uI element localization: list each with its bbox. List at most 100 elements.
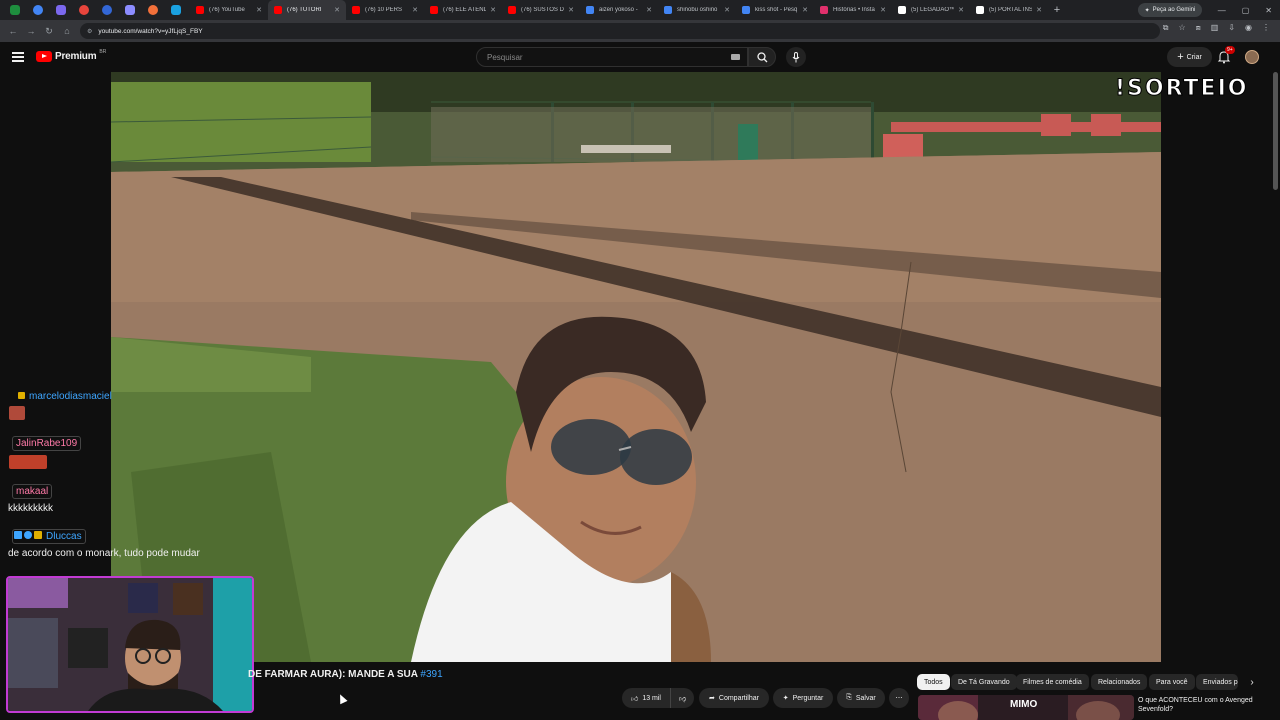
tab-favicon-icon xyxy=(742,6,750,14)
browser-tab[interactable]: (5) PORTAL INS ✕ xyxy=(970,0,1048,20)
close-tab-icon[interactable]: ✕ xyxy=(568,6,574,14)
browser-menu-icon[interactable]: ⋮ xyxy=(1262,23,1270,33)
video-hashtag[interactable]: #391 xyxy=(420,669,442,680)
tab-title: (76) 10 PERS xyxy=(365,7,403,13)
browser-tab[interactable]: (76) YouTube ✕ xyxy=(190,0,268,20)
emote-icon xyxy=(9,406,25,420)
chevron-right-icon[interactable]: › xyxy=(1244,674,1260,690)
more-actions-button[interactable]: ⋯ xyxy=(889,688,909,708)
close-tab-icon[interactable]: ✕ xyxy=(724,6,730,14)
close-tab-icon[interactable]: ✕ xyxy=(646,6,652,14)
chip-uploaded[interactable]: Enviados p xyxy=(1196,674,1238,690)
related-video-thumbnail[interactable]: MIMO xyxy=(918,695,1134,720)
forward-icon[interactable]: → xyxy=(22,26,40,36)
close-tab-icon[interactable]: ✕ xyxy=(802,6,808,14)
pinned-tab[interactable] xyxy=(76,2,92,18)
chip-all[interactable]: Todos xyxy=(917,674,950,690)
close-tab-icon[interactable]: ✕ xyxy=(958,6,964,14)
gemini-label: Peça ao Gemini xyxy=(1152,7,1196,13)
close-window-icon[interactable]: ✕ xyxy=(1265,6,1272,15)
share-button[interactable]: ➦ Compartilhar xyxy=(699,688,769,708)
sidebar-icon[interactable]: ▥ xyxy=(1211,23,1219,33)
youtube-header: Premium BR Pesquisar + Criar 9+ xyxy=(0,42,1280,72)
chip-related[interactable]: Relacionados xyxy=(1091,674,1148,690)
close-tab-icon[interactable]: ✕ xyxy=(1036,6,1042,14)
notification-badge: 9+ xyxy=(1225,46,1235,54)
browser-tab[interactable]: kiss shot - Pesq ✕ xyxy=(736,0,814,20)
pinned-tab[interactable] xyxy=(30,2,46,18)
close-tab-icon[interactable]: ✕ xyxy=(334,6,340,14)
download-icon[interactable]: ⇩ xyxy=(1228,23,1235,33)
browser-tab[interactable]: shinobu oshino ✕ xyxy=(658,0,736,20)
page-scrollbar[interactable] xyxy=(1273,72,1278,190)
url-text: youtube.com/watch?v=yJfLjqS_FBY xyxy=(98,27,203,35)
close-tab-icon[interactable]: ✕ xyxy=(412,6,418,14)
minimize-icon[interactable]: — xyxy=(1218,6,1226,15)
keyboard-icon[interactable] xyxy=(731,54,740,60)
youtube-logo[interactable]: Premium BR xyxy=(36,48,107,62)
thumbs-down-icon: 👎︎ xyxy=(678,695,687,703)
browser-tab-bar: (76) YouTube ✕ (76) TUTORI ✕ (76) 10 PERS ✕ (7… xyxy=(0,0,1280,20)
chip-de-ta-gravando[interactable]: De Tá Gravando xyxy=(951,674,1017,690)
pinned-tab[interactable] xyxy=(99,2,115,18)
maximize-icon[interactable]: ▢ xyxy=(1242,6,1250,15)
reload-icon[interactable]: ↻ xyxy=(40,26,58,37)
browser-tab[interactable]: (76) 10 PERS ✕ xyxy=(346,0,424,20)
voice-search-button[interactable] xyxy=(786,47,806,67)
browser-tab[interactable]: (76) SUSTOS D ✕ xyxy=(502,0,580,20)
browser-tab[interactable]: (76) ELE ATEND ✕ xyxy=(424,0,502,20)
search-input[interactable]: Pesquisar xyxy=(476,47,748,67)
create-button[interactable]: + Criar xyxy=(1167,47,1212,67)
save-label: Salvar xyxy=(855,694,876,702)
close-tab-icon[interactable]: ✕ xyxy=(256,6,262,14)
pinned-tab[interactable] xyxy=(145,2,161,18)
home-icon[interactable]: ⌂ xyxy=(58,26,76,36)
tab-title: (76) YouTube xyxy=(209,7,245,13)
search-icon xyxy=(756,51,767,62)
chat-username: makaal xyxy=(12,484,53,499)
browser-tab[interactable]: (5) LEGADÃO™ ✕ xyxy=(892,0,970,20)
avatar[interactable] xyxy=(1245,50,1259,64)
create-label: Criar xyxy=(1186,53,1202,61)
search-button[interactable] xyxy=(748,47,776,67)
logo-text: Premium xyxy=(55,51,97,62)
ask-button[interactable]: ✦ Perguntar xyxy=(773,688,833,708)
close-tab-icon[interactable]: ✕ xyxy=(880,6,886,14)
mouse-cursor xyxy=(336,692,348,705)
close-tab-icon[interactable]: ✕ xyxy=(490,6,496,14)
like-button[interactable]: 👍︎ 13 mil xyxy=(622,688,670,708)
back-icon[interactable]: ← xyxy=(4,26,22,36)
site-info-icon[interactable]: ⚙ xyxy=(87,28,92,35)
new-tab-button[interactable]: + xyxy=(1048,4,1066,16)
hamburger-menu-icon[interactable] xyxy=(12,52,24,62)
gemini-button[interactable]: ✦ Peça ao Gemini xyxy=(1138,3,1202,17)
notifications-button[interactable]: 9+ xyxy=(1217,46,1235,64)
like-count: 13 mil xyxy=(642,694,661,702)
related-video-title[interactable]: O que ACONTECEU com o Avenged Sevenfold? xyxy=(1138,696,1258,714)
logo-region: BR xyxy=(99,48,107,55)
chip-comedy-movies[interactable]: Filmes de comédia xyxy=(1016,674,1089,690)
video-player[interactable] xyxy=(111,72,1161,662)
pinned-tab[interactable] xyxy=(168,2,184,18)
chip-for-you[interactable]: Para você xyxy=(1149,674,1195,690)
install-icon[interactable]: ⧉ xyxy=(1163,23,1169,33)
bookmark-star-icon[interactable]: ☆ xyxy=(1178,23,1185,33)
extensions-icon[interactable]: ⧈ xyxy=(1196,23,1201,33)
webcam-feed xyxy=(8,578,252,711)
tab-favicon-icon xyxy=(898,6,906,14)
pinned-tab[interactable] xyxy=(122,2,138,18)
save-button[interactable]: ⎘ Salvar xyxy=(837,688,885,708)
browser-tab[interactable]: (76) TUTORI ✕ xyxy=(268,0,346,20)
dislike-button[interactable]: 👎︎ xyxy=(670,688,694,708)
video-title: DE FARMAR AURA): MANDE A SUA #391 xyxy=(248,669,443,680)
profile-icon[interactable]: ◉ xyxy=(1245,23,1252,33)
pinned-tab[interactable] xyxy=(53,2,69,18)
browser-tab[interactable]: aizen yokoso - ✕ xyxy=(580,0,658,20)
tab-favicon-icon xyxy=(508,6,516,14)
streamer-webcam xyxy=(6,576,254,713)
browser-tab[interactable]: Histórias • Insta ✕ xyxy=(814,0,892,20)
browser-toolbar: ← → ↻ ⌂ ⚙ youtube.com/watch?v=yJfLjqS_FB… xyxy=(0,20,1280,42)
address-bar[interactable]: ⚙ youtube.com/watch?v=yJfLjqS_FBY xyxy=(80,23,1160,39)
pinned-tab[interactable] xyxy=(7,2,23,18)
tab-title: aizen yokoso - xyxy=(599,7,638,13)
